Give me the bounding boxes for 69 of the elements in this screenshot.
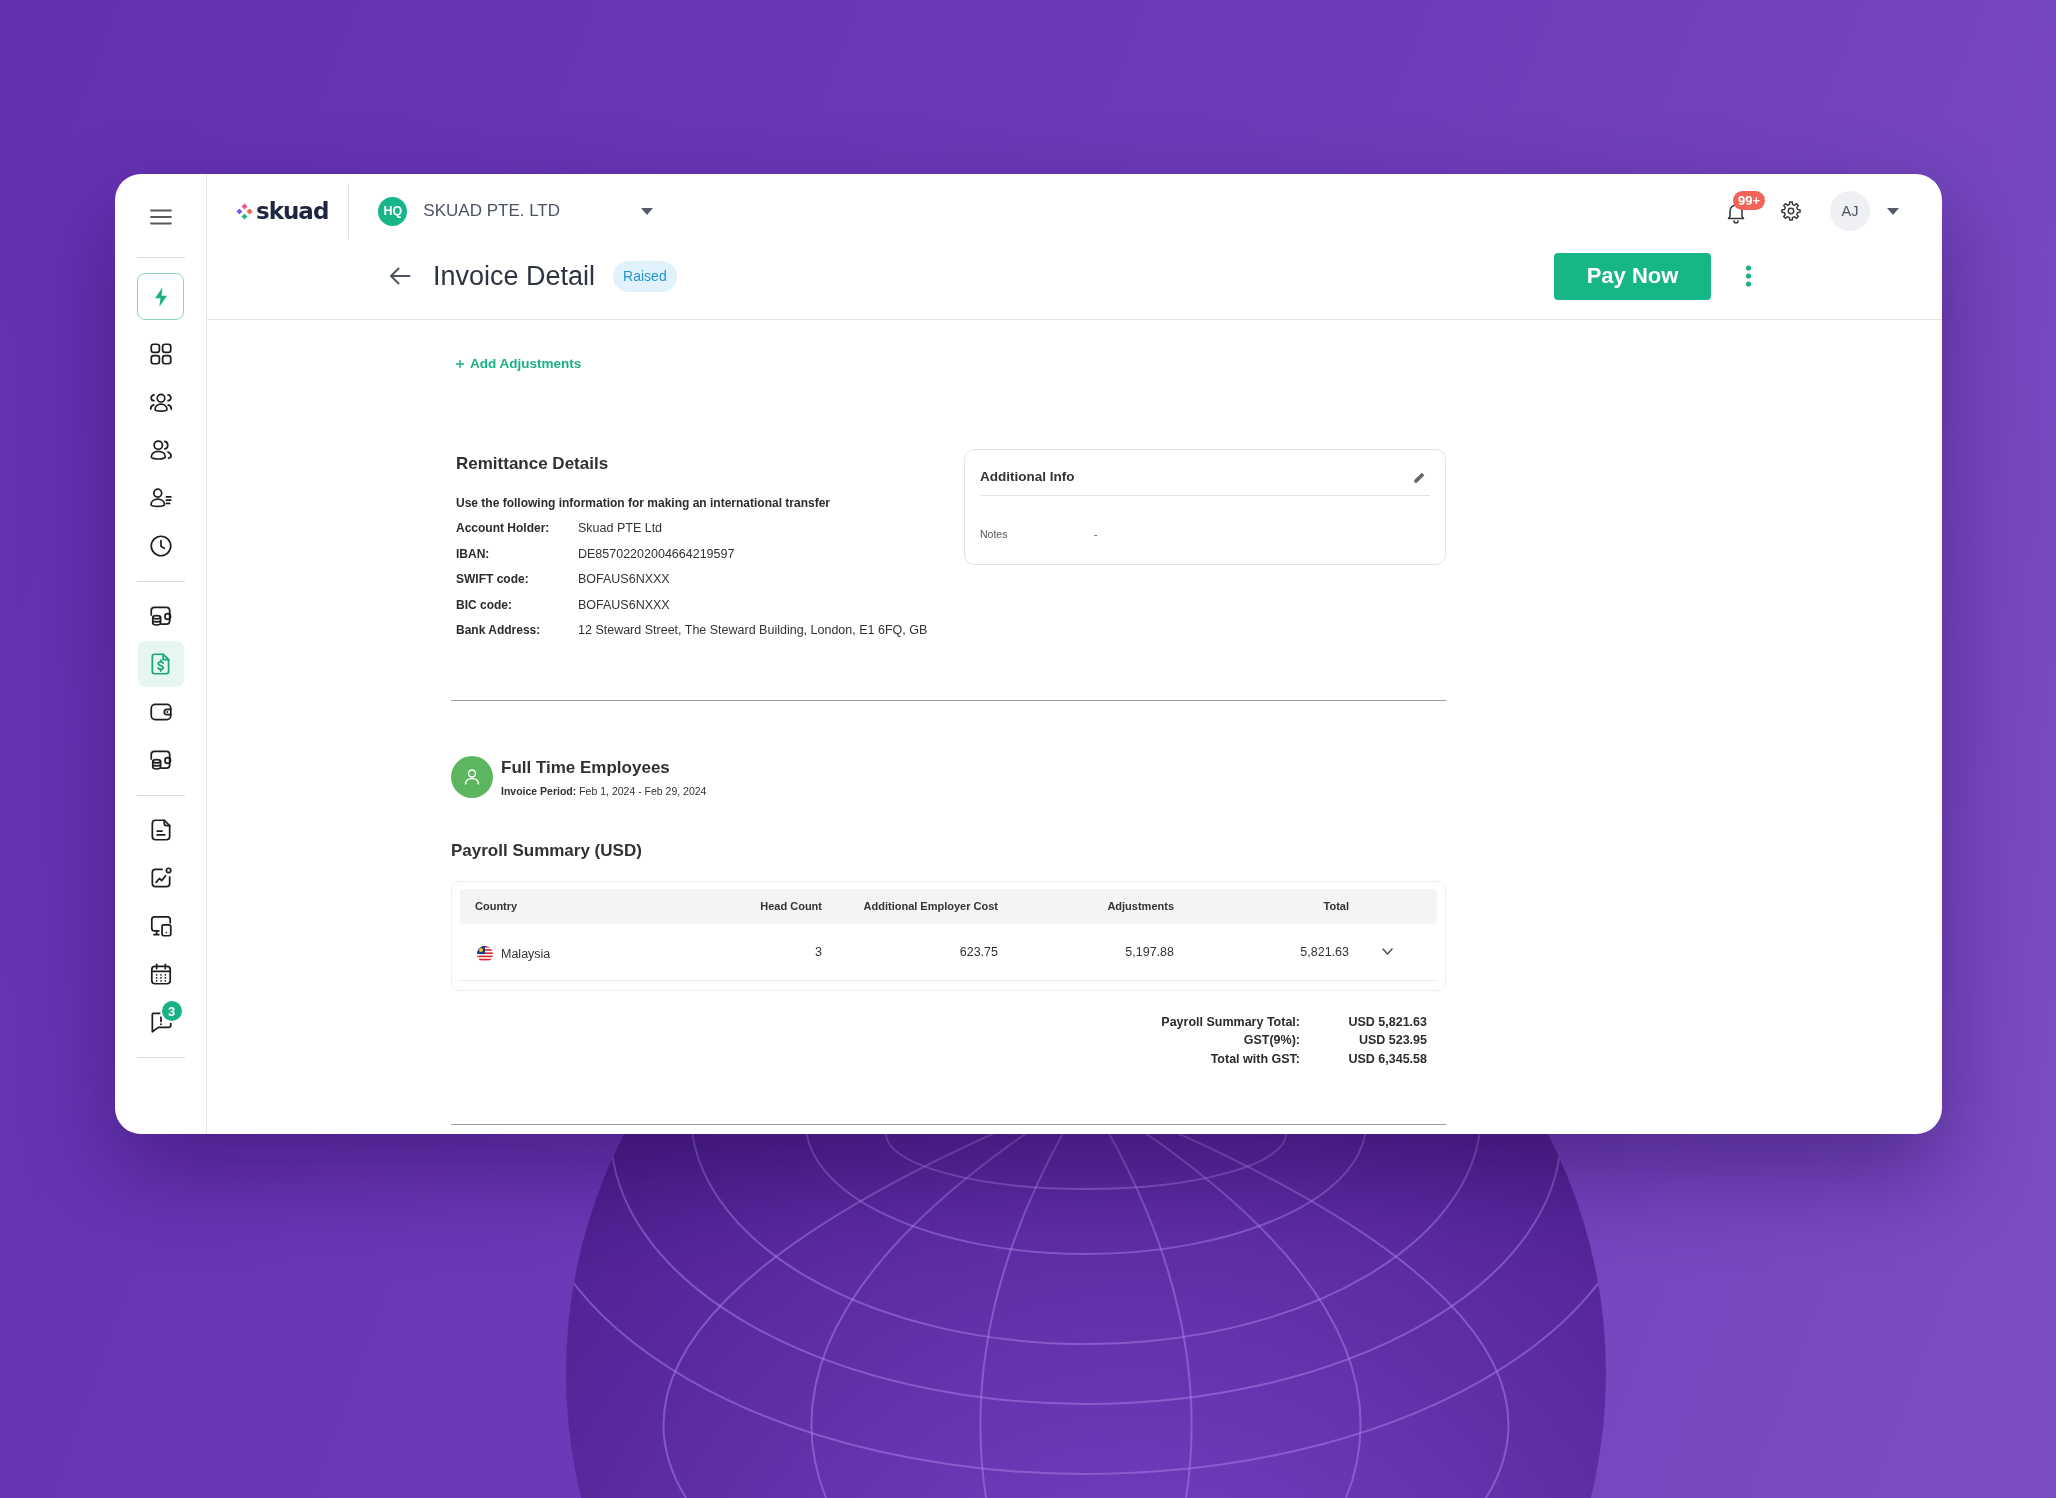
menu-icon — [149, 209, 172, 225]
table-cell-text: 5,821.63 — [1299, 944, 1349, 959]
settings-button[interactable] — [1780, 200, 1802, 222]
clock-icon — [147, 533, 174, 559]
notifications-button[interactable]: 99+ — [1724, 190, 1773, 224]
table-cell: Malaysia — [501, 946, 551, 961]
back-button[interactable] — [389, 267, 411, 285]
back-arrow-icon — [389, 267, 411, 285]
field-value: Skuad PTE Ltd — [578, 520, 664, 537]
total-label: Payroll Summary Total: — [1161, 1013, 1300, 1031]
more-icon — [1744, 265, 1752, 287]
section-title: Remittance Details — [456, 454, 610, 474]
company-avatar: HQ — [378, 196, 408, 226]
add-adjustments-link[interactable]: Add Adjustments — [456, 355, 582, 373]
pencil-icon — [1413, 470, 1426, 484]
field-label: Account Holder: — [456, 520, 551, 537]
section-title: Payroll Summary (USD) — [451, 839, 643, 862]
status-badge: Raised — [613, 260, 677, 292]
section-title: Full Time Employees — [501, 757, 671, 778]
column-header: Head Count — [759, 900, 822, 912]
chevron-down-icon — [1382, 948, 1393, 955]
total-label: GST(9%): — [1242, 1032, 1300, 1049]
more-button[interactable] — [1744, 264, 1752, 288]
field-label: SWIFT code: — [456, 571, 530, 588]
users-icon — [147, 437, 174, 463]
notification-badge: 99+ — [1733, 190, 1766, 210]
field-label: Bank Address: — [456, 622, 542, 639]
plus-icon — [456, 360, 464, 368]
instructions-text: Use the following information for making an international transfer — [456, 495, 832, 512]
table-cell-text: 5,197.88 — [1124, 944, 1174, 959]
company-selector[interactable]: SKUAD PTE. LTD — [423, 201, 654, 221]
caret-icon — [641, 207, 654, 215]
logo-text: skuad — [256, 197, 329, 225]
pay-now-button[interactable]: Pay Now — [1554, 252, 1711, 300]
column-header: Total — [1322, 900, 1349, 912]
coins-card-icon — [147, 603, 174, 629]
field-value: - — [1094, 527, 1099, 542]
coins-card-icon — [147, 747, 174, 773]
logo-mark-icon — [236, 202, 253, 220]
column-header: Additional Employer Cost — [862, 900, 998, 912]
total-value: USD 523.95 — [1357, 1032, 1427, 1049]
column-header: Adjustments — [1106, 900, 1174, 912]
field-value: DE85702202004664219597 — [578, 545, 736, 563]
field-value: 12 Steward Street, The Steward Building, London, E1 6FQ, GB — [578, 622, 929, 639]
person-icon — [451, 755, 493, 798]
sidebar-nav-button[interactable]: 3 — [137, 999, 184, 1045]
field-label: IBAN: — [456, 545, 491, 563]
total-value: USD 6,345.58 — [1347, 1050, 1427, 1068]
field-label: BIC code: — [456, 596, 513, 614]
field-value: BOFAUS6NXXX — [578, 571, 671, 588]
flag-icon — [477, 945, 493, 962]
quick-action-button[interactable] — [137, 273, 184, 320]
user-avatar[interactable]: AJ — [1830, 191, 1870, 231]
expand-button[interactable] — [1382, 948, 1393, 955]
grid-icon — [147, 341, 174, 367]
table-cell-text: 3 — [814, 944, 822, 959]
settings-icon — [1780, 200, 1802, 222]
total-value: USD 5,821.63 — [1347, 1013, 1427, 1031]
caret-icon — [1887, 207, 1899, 215]
invoice-period-text: Invoice Period: Feb 1, 2024 - Feb 29, 2024 — [501, 783, 707, 798]
field-label: Notes — [980, 527, 1009, 542]
card-title: Additional Info — [980, 468, 1075, 486]
table-cell-text: 623.75 — [958, 944, 998, 959]
column-header: Country — [474, 900, 519, 912]
count-badge: 3 — [159, 999, 184, 1023]
edit-button[interactable] — [1413, 470, 1426, 484]
total-label: Total with GST: — [1209, 1050, 1300, 1068]
page-title: Invoice Detail — [433, 260, 596, 292]
field-value: BOFAUS6NXXX — [578, 596, 671, 614]
